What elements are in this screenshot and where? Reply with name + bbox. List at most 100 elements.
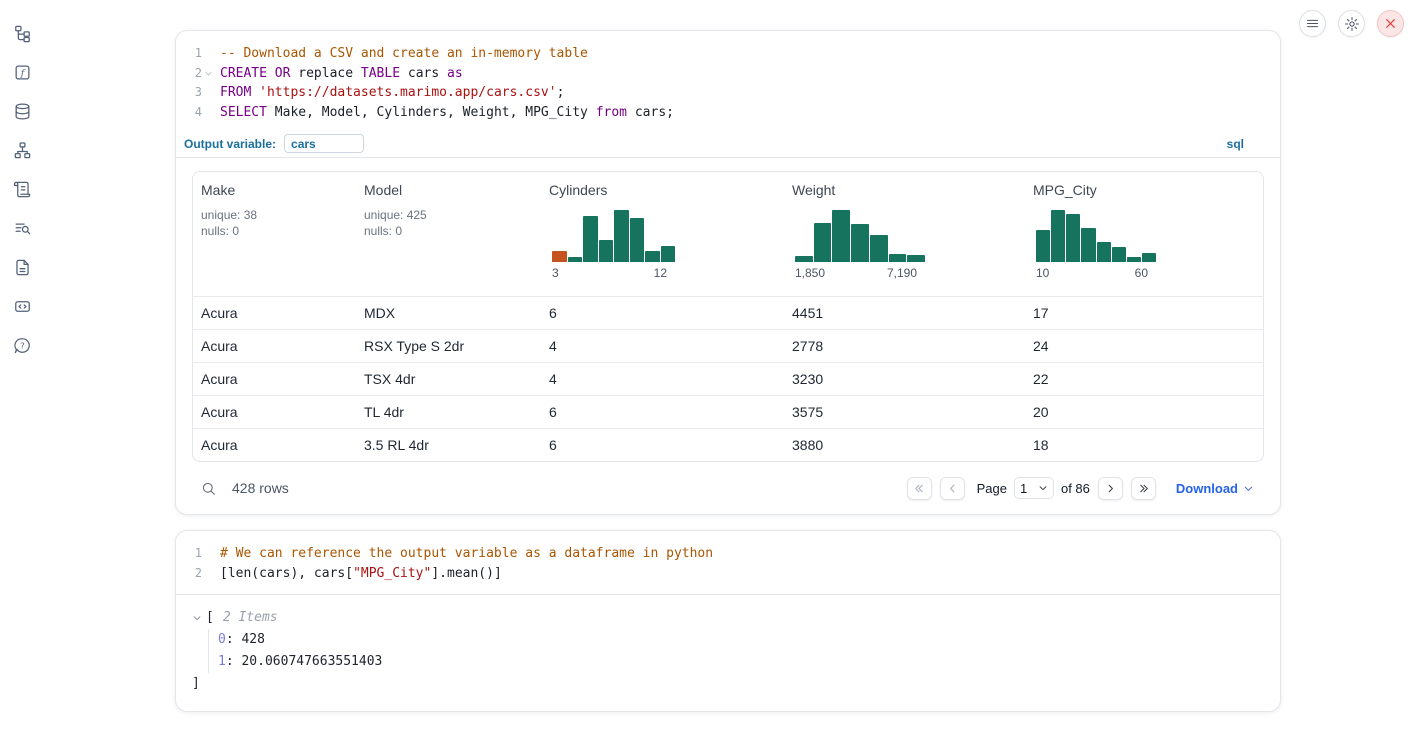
data-table: Make unique: 38 nulls: 0 Model unique: 4… — [192, 171, 1264, 462]
table-cell: 24 — [1025, 338, 1263, 354]
code-token: -- Download a CSV and create an in-memor… — [220, 46, 588, 61]
table-row[interactable]: AcuraRSX Type S 2dr4277824 — [193, 329, 1263, 362]
column-header-mpg-city[interactable]: MPG_City 10 60 — [1025, 172, 1263, 296]
chevron-down-icon — [1038, 483, 1048, 493]
sidebar: f ? — [0, 0, 44, 729]
chevron-down-icon — [1243, 483, 1254, 494]
code-text: FROM 'https://datasets.marimo.app/cars.c… — [220, 83, 564, 103]
sidebar-dependency-graph-button[interactable] — [11, 139, 33, 161]
code-token: [len(cars), cars[ — [220, 566, 353, 581]
search-icon[interactable] — [200, 480, 217, 497]
sidebar-helper-functions-button[interactable]: f — [11, 61, 33, 83]
histogram-bar — [832, 210, 850, 262]
histogram-bar — [645, 251, 660, 262]
histogram-bar — [907, 255, 925, 262]
tree-entry: 0: 428 — [218, 629, 1264, 651]
settings-button[interactable] — [1338, 10, 1365, 37]
axis-min-label: 1,850 — [795, 266, 825, 280]
svg-text:f: f — [19, 68, 25, 79]
close-icon — [1384, 17, 1397, 30]
last-page-button[interactable] — [1131, 477, 1156, 500]
first-page-button[interactable] — [907, 477, 932, 500]
table-cell: 20 — [1025, 404, 1263, 420]
sidebar-file-explorer-button[interactable] — [11, 22, 33, 44]
code-token: TABLE — [361, 66, 400, 81]
histogram-bar — [889, 254, 907, 262]
chevrons-left-icon — [913, 482, 926, 495]
axis-max-label: 12 — [654, 266, 667, 280]
axis-min-label: 3 — [552, 266, 559, 280]
tree-header[interactable]: [ 2 Items — [192, 607, 1264, 629]
histogram-bar — [814, 223, 832, 262]
table-row[interactable]: AcuraMDX6445117 — [193, 296, 1263, 329]
table-cell: RSX Type S 2dr — [356, 338, 541, 354]
sidebar-documentation-button[interactable] — [11, 256, 33, 278]
column-header-make[interactable]: Make unique: 38 nulls: 0 — [193, 172, 356, 296]
sidebar-help-button[interactable]: ? — [11, 334, 33, 356]
stat-unique: unique: 38 — [201, 207, 356, 223]
code-token: replace — [290, 66, 360, 81]
sidebar-scratchpad-button[interactable] — [11, 178, 33, 200]
sql-code-editor[interactable]: 1 -- Download a CSV and create an in-mem… — [176, 31, 1280, 130]
axis-min-label: 10 — [1036, 266, 1049, 280]
column-header-model[interactable]: Model unique: 425 nulls: 0 — [356, 172, 541, 296]
histogram-bar — [1036, 230, 1050, 262]
next-page-button[interactable] — [1098, 477, 1123, 500]
code-text: -- Download a CSV and create an in-memor… — [220, 44, 588, 64]
file-text-icon — [13, 258, 32, 277]
line-number: 1 — [176, 544, 202, 564]
output-variable-input[interactable] — [284, 134, 364, 153]
table-row[interactable]: Acura3.5 RL 4dr6388018 — [193, 428, 1263, 461]
table-row[interactable]: AcuraTSX 4dr4323022 — [193, 362, 1263, 395]
collapse-chevron-icon[interactable] — [192, 613, 204, 623]
stat-nulls: nulls: 0 — [201, 223, 356, 239]
histogram-bar — [795, 256, 813, 262]
stat-unique: unique: 425 — [364, 207, 541, 223]
table-body: AcuraMDX6445117AcuraRSX Type S 2dr427782… — [193, 296, 1263, 461]
line-number: 3 — [176, 83, 202, 103]
table-row[interactable]: AcuraTL 4dr6357520 — [193, 395, 1263, 428]
code-token: ; — [557, 85, 565, 100]
line-number: 4 — [176, 103, 202, 123]
table-cell: TSX 4dr — [356, 371, 541, 387]
code-line: 2 CREATE OR replace TABLE cars as — [176, 64, 1280, 84]
code-token: cars — [400, 66, 447, 81]
download-button[interactable]: Download — [1176, 481, 1254, 496]
shutdown-button[interactable] — [1377, 10, 1404, 37]
sidebar-datasources-button[interactable] — [11, 100, 33, 122]
column-label: Make — [201, 182, 356, 198]
download-label: Download — [1176, 481, 1238, 496]
histogram-bar — [614, 210, 629, 262]
entry-separator: : — [226, 632, 242, 647]
fold-chevron-icon[interactable] — [202, 64, 215, 84]
axis-max-label: 7,190 — [887, 266, 917, 280]
table-cell: 18 — [1025, 437, 1263, 453]
code-token: # We can reference the output variable a… — [220, 546, 713, 561]
stat-nulls: nulls: 0 — [364, 223, 541, 239]
table-cell: 6 — [541, 437, 784, 453]
table-cell: 6 — [541, 404, 784, 420]
table-cell: 4 — [541, 338, 784, 354]
column-header-cylinders[interactable]: Cylinders 3 12 — [541, 172, 784, 296]
table-cell: 17 — [1025, 305, 1263, 321]
pagination: Page 1 of 86 Download — [899, 477, 1262, 500]
output-variable-row: Output variable: sql — [176, 130, 1280, 158]
code-snippet-icon — [13, 297, 32, 316]
table-cell: MDX — [356, 305, 541, 321]
code-token: SELECT — [220, 105, 267, 120]
page-select[interactable]: 1 — [1014, 477, 1054, 499]
page-label: Page — [977, 481, 1007, 496]
sidebar-logs-button[interactable] — [11, 217, 33, 239]
table-cell: 3.5 RL 4dr — [356, 437, 541, 453]
sidebar-snippets-button[interactable] — [11, 295, 33, 317]
table-cell: 3575 — [784, 404, 1025, 420]
menu-button[interactable] — [1299, 10, 1326, 37]
database-icon — [13, 102, 32, 121]
python-code-editor[interactable]: 1 # We can reference the output variable… — [176, 531, 1280, 595]
prev-page-button[interactable] — [940, 477, 965, 500]
histogram-bar — [1081, 228, 1095, 262]
chevron-left-icon — [946, 482, 959, 495]
column-header-weight[interactable]: Weight 1,850 7,190 — [784, 172, 1025, 296]
histogram-bar — [870, 235, 888, 262]
code-line: 1 # We can reference the output variable… — [176, 544, 1280, 564]
